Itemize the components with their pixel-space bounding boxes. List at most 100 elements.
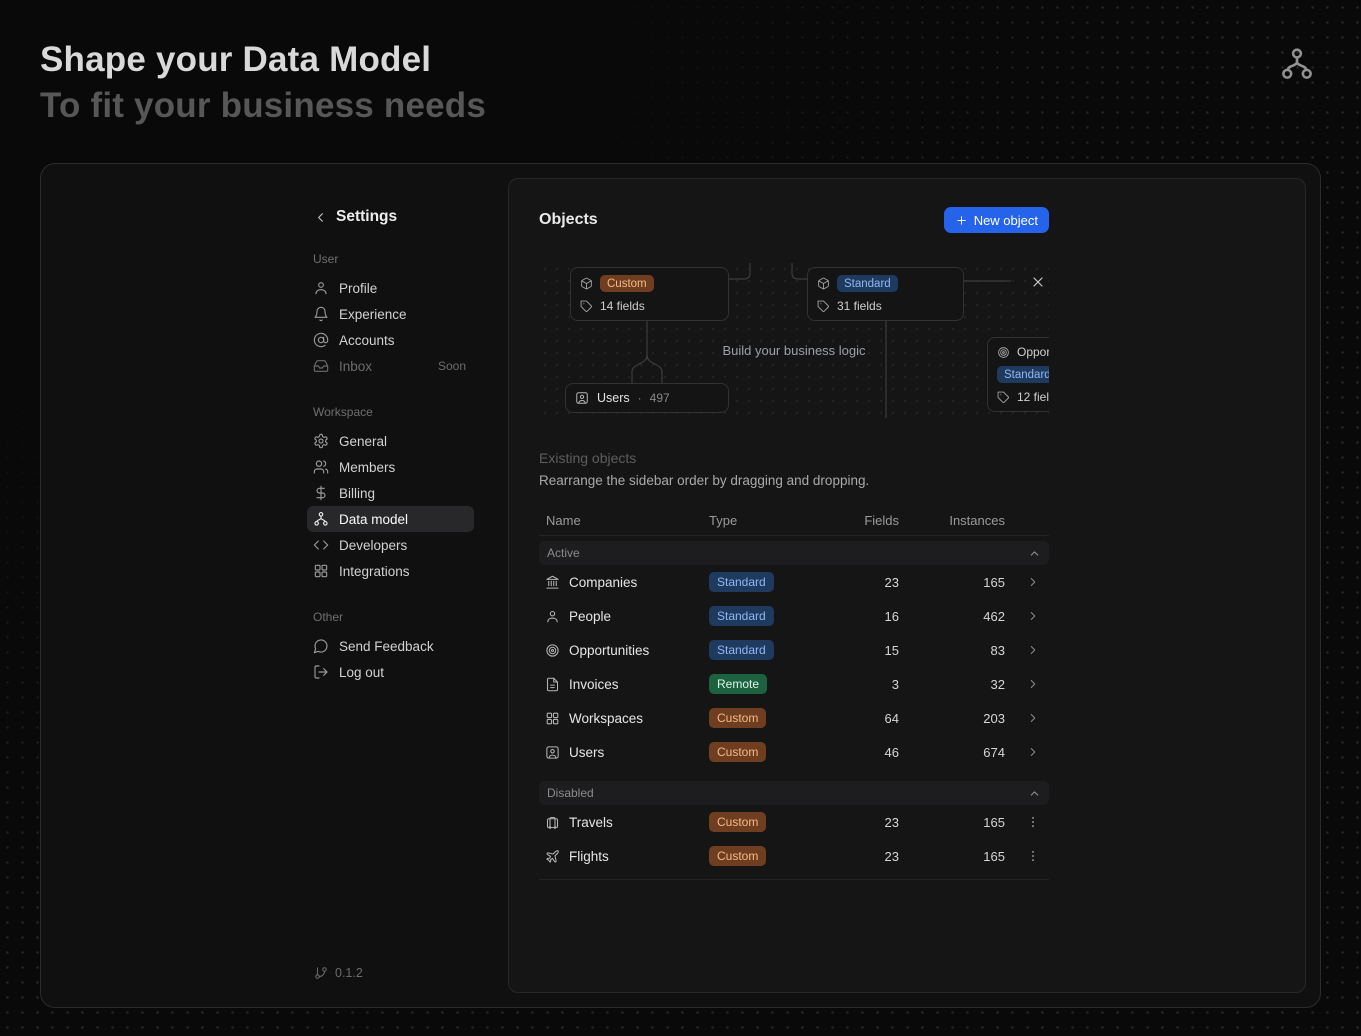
- kebab-menu-icon[interactable]: [1026, 849, 1040, 863]
- type-badge: Custom: [709, 812, 766, 832]
- sidebar-item-general[interactable]: General: [307, 428, 474, 454]
- fields-count: 23: [829, 815, 899, 830]
- plus-icon: [955, 214, 968, 227]
- close-banner-button[interactable]: [1030, 274, 1046, 290]
- sidebar-item-developers[interactable]: Developers: [307, 532, 474, 558]
- tag-icon: [580, 300, 593, 313]
- sidebar-item-inbox[interactable]: Inbox Soon: [307, 353, 474, 379]
- object-name: Users: [597, 391, 630, 405]
- sidebar-item-send-feedback[interactable]: Send Feedback: [307, 633, 474, 659]
- kebab-menu-icon[interactable]: [1026, 815, 1040, 829]
- sidebar-item-accounts[interactable]: Accounts: [307, 327, 474, 353]
- sidebar-item-label: Inbox: [339, 359, 372, 374]
- group-header-disabled[interactable]: Disabled: [539, 781, 1049, 805]
- chevron-right-icon[interactable]: [1026, 609, 1040, 623]
- objects-table: Name Type Fields Instances ActiveCompani…: [539, 506, 1049, 880]
- fields-label: 12 fields: [1017, 390, 1049, 404]
- type-badge: Custom: [709, 846, 766, 866]
- table-row-people[interactable]: PeopleStandard 16462: [539, 599, 1049, 633]
- soon-badge: Soon: [438, 359, 466, 373]
- type-badge: Standard: [709, 606, 774, 626]
- dollar-icon: [313, 485, 329, 501]
- grid-icon: [545, 711, 560, 726]
- chevron-left-icon: [313, 210, 328, 225]
- table-row-companies[interactable]: CompaniesStandard23165: [539, 565, 1049, 599]
- fields-label: 31 fields: [837, 299, 882, 313]
- user-square-icon: [545, 745, 560, 760]
- sidebar-item-label: Experience: [339, 307, 407, 322]
- object-name: People: [569, 609, 709, 624]
- at-sign-icon: [313, 332, 329, 348]
- file-icon: [545, 677, 560, 692]
- version-number: 0.1.2: [335, 966, 363, 980]
- user-icon: [545, 609, 560, 624]
- table-row-invoices[interactable]: InvoicesRemote332: [539, 667, 1049, 701]
- type-badge: Standard: [837, 275, 898, 292]
- type-badge: Standard: [709, 572, 774, 592]
- type-badge: Custom: [709, 742, 766, 762]
- diagram-node-users: Users · 497: [565, 383, 729, 413]
- sidebar-item-members[interactable]: Members: [307, 454, 474, 480]
- table-group-active: ActiveCompaniesStandard23165PeopleStanda…: [539, 541, 1049, 769]
- settings-card: Settings UserProfileExperienceAccountsIn…: [40, 163, 1321, 1008]
- table-row-opportunities[interactable]: OpportunitiesStandard1583: [539, 633, 1049, 667]
- sidebar-item-profile[interactable]: Profile: [307, 275, 474, 301]
- inbox-icon: [313, 358, 329, 374]
- sidebar-item-label: Profile: [339, 281, 377, 296]
- instances-count: 497: [650, 391, 670, 405]
- chevron-up-icon[interactable]: [1028, 547, 1041, 560]
- table-header: Name Type Fields Instances: [539, 506, 1049, 536]
- git-branch-icon: [314, 966, 328, 980]
- sidebar-item-experience[interactable]: Experience: [307, 301, 474, 327]
- table-row-travels[interactable]: TravelsCustom23165: [539, 805, 1049, 839]
- new-object-button[interactable]: New object: [944, 207, 1049, 233]
- column-header-fields: Fields: [829, 513, 899, 528]
- group-header-active[interactable]: Active: [539, 541, 1049, 565]
- type-badge: Standard: [709, 640, 774, 660]
- table-row-users[interactable]: UsersCustom46674: [539, 735, 1049, 769]
- sidebar-item-billing[interactable]: Billing: [307, 480, 474, 506]
- sidebar-section-other: OtherSend FeedbackLog out: [313, 610, 518, 685]
- gear-icon: [313, 433, 329, 449]
- chevron-right-icon[interactable]: [1026, 745, 1040, 759]
- sidebar-item-label: Billing: [339, 486, 375, 501]
- sidebar-section-workspace: WorkspaceGeneralMembersBillingData model…: [313, 405, 518, 584]
- type-badge: Custom: [600, 275, 654, 292]
- instances-count: 32: [899, 677, 1005, 692]
- settings-back-button[interactable]: Settings: [313, 208, 518, 226]
- object-name: Invoices: [569, 677, 709, 692]
- chevron-right-icon[interactable]: [1026, 575, 1040, 589]
- sidebar-item-label: Integrations: [339, 564, 410, 579]
- column-header-instances: Instances: [899, 513, 1005, 528]
- sidebar-item-integrations[interactable]: Integrations: [307, 558, 474, 584]
- object-name: Workspaces: [569, 711, 709, 726]
- sidebar-section-label: User: [313, 252, 518, 266]
- sidebar-item-data-model[interactable]: Data model: [307, 506, 474, 532]
- settings-title: Settings: [336, 208, 397, 226]
- instances-count: 165: [899, 575, 1005, 590]
- instances-count: 165: [899, 849, 1005, 864]
- objects-panel: Objects New object: [508, 178, 1306, 993]
- type-badge: Standard: [997, 366, 1049, 383]
- instances-count: 203: [899, 711, 1005, 726]
- chevron-right-icon[interactable]: [1026, 711, 1040, 725]
- fields-count: 16: [829, 609, 899, 624]
- workflow-icon: [313, 511, 329, 527]
- instances-count: 83: [899, 643, 1005, 658]
- chevron-right-icon[interactable]: [1026, 643, 1040, 657]
- object-name: Users: [569, 745, 709, 760]
- app-version: 0.1.2: [314, 966, 363, 980]
- group-label: Disabled: [547, 786, 594, 800]
- instances-count: 462: [899, 609, 1005, 624]
- table-row-workspaces[interactable]: WorkspacesCustom64203: [539, 701, 1049, 735]
- panel-title: Objects: [539, 211, 598, 229]
- sidebar-item-log-out[interactable]: Log out: [307, 659, 474, 685]
- sidebar-section-label: Other: [313, 610, 518, 624]
- type-badge: Remote: [709, 674, 767, 694]
- chevron-up-icon[interactable]: [1028, 787, 1041, 800]
- sidebar-item-label: Members: [339, 460, 395, 475]
- object-name: Flights: [569, 849, 709, 864]
- diagram-node-standard: Standard 31 fields: [807, 267, 964, 321]
- chevron-right-icon[interactable]: [1026, 677, 1040, 691]
- table-row-flights[interactable]: FlightsCustom23165: [539, 839, 1049, 873]
